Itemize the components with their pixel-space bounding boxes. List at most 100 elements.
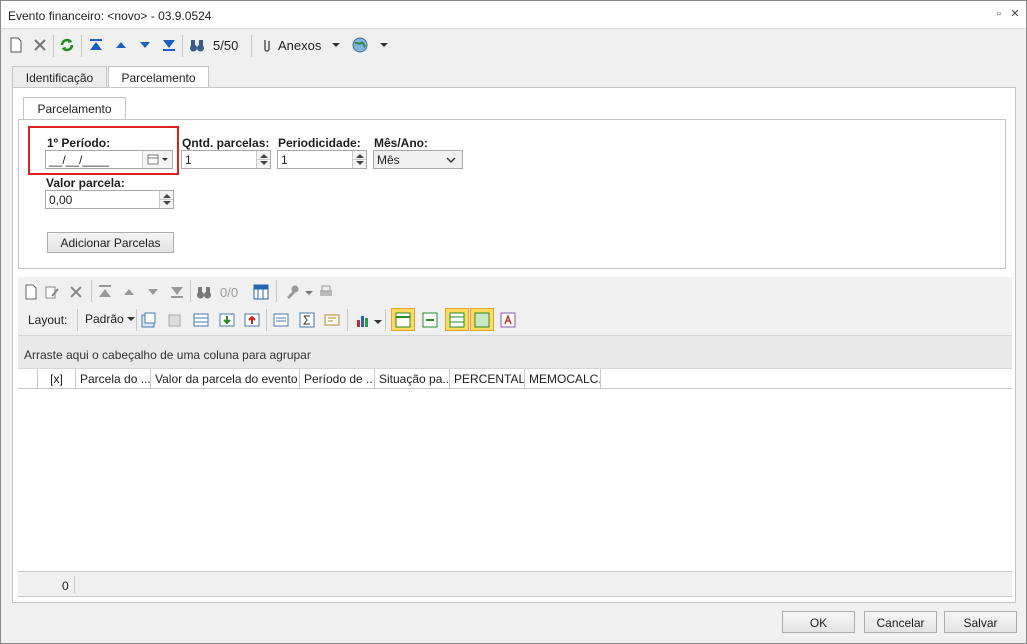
row-indicator-header	[18, 369, 38, 389]
footer-divider	[74, 576, 75, 593]
columns-icon[interactable]	[273, 312, 289, 328]
periodicity-field[interactable]: 1	[277, 150, 367, 169]
column-header-select[interactable]: [x]	[38, 369, 76, 389]
chevron-down-icon[interactable]	[305, 289, 313, 297]
sum-icon[interactable]	[299, 312, 315, 328]
inner-tab-label: Parcelamento	[37, 102, 112, 116]
tab-identificacao[interactable]: Identificação	[12, 66, 107, 88]
column-header-memocalc[interactable]: MEMOCALC...	[525, 369, 601, 389]
up-arrow-icon[interactable]	[122, 285, 138, 301]
chevron-down-icon	[332, 43, 341, 47]
toolbar-separator	[81, 35, 82, 57]
delete-icon	[34, 39, 46, 51]
column-header-parcela[interactable]: Parcela do ...	[76, 369, 151, 389]
inner-tab-parcelamento[interactable]: Parcelamento	[23, 97, 126, 120]
toolbar-separator	[190, 280, 191, 302]
save-button[interactable]: Salvar	[944, 611, 1017, 633]
footer-icon	[474, 312, 490, 328]
column-header-percentual[interactable]: PERCENTAL...	[450, 369, 525, 389]
auto-filter-icon[interactable]	[422, 312, 438, 328]
find-button[interactable]	[189, 36, 205, 54]
periodicity-value: 1	[281, 153, 288, 167]
installment-value-spinner[interactable]	[159, 191, 173, 208]
month-year-select[interactable]: Mês	[373, 150, 463, 169]
grid-header: [x] Parcela do ... Valor da parcela do e…	[18, 369, 1012, 389]
restore-icon[interactable]: ▫	[993, 8, 1005, 20]
group-hint: Arraste aqui o cabeçalho de uma coluna p…	[24, 348, 311, 362]
column-header-label: Período de ...	[304, 372, 375, 386]
delete-record-button[interactable]	[32, 36, 48, 54]
next-record-button[interactable]	[139, 36, 151, 54]
grid-body[interactable]	[18, 389, 1012, 571]
binoculars-icon	[190, 40, 204, 52]
column-header-label: Parcela do ...	[80, 372, 151, 386]
tab-parcelamento[interactable]: Parcelamento	[108, 66, 209, 89]
grid-footer-count: 0	[62, 579, 69, 593]
paperclip-icon	[264, 40, 270, 52]
ok-button[interactable]: OK	[782, 611, 855, 633]
previous-record-button[interactable]	[115, 36, 127, 54]
import-layout-icon[interactable]	[219, 312, 235, 328]
layout-value: Padrão	[85, 312, 124, 326]
web-options-button[interactable]	[351, 36, 389, 54]
title-bar: Evento financeiro: <novo> - 03.9.0524 ▫ …	[1, 1, 1026, 29]
header-toggle[interactable]	[445, 308, 469, 331]
installment-value-field[interactable]: 0,00	[45, 190, 174, 209]
toolbar-separator	[347, 309, 348, 331]
grid-footer: 0	[18, 571, 1012, 597]
last-record-button[interactable]	[162, 36, 176, 54]
month-year-value: Mês	[377, 153, 400, 167]
installments-qty-field[interactable]: 1	[181, 150, 271, 169]
bar-chart-icon[interactable]	[355, 312, 371, 328]
new-record-button[interactable]	[9, 36, 23, 54]
record-position-label: 5/50	[213, 37, 239, 53]
group-panel-toggle[interactable]	[391, 308, 415, 331]
toolbar-separator	[91, 280, 92, 302]
first-icon[interactable]	[97, 284, 113, 300]
periodicity-spinner[interactable]	[352, 151, 366, 168]
periodicity-label: Periodicidade:	[278, 136, 361, 150]
print-icon[interactable]	[318, 284, 334, 300]
attachments-label: Anexos	[278, 37, 322, 53]
highlight-box	[28, 126, 179, 175]
copy-layout-icon[interactable]	[167, 312, 183, 328]
filter-icon[interactable]	[324, 312, 340, 328]
chevron-down-icon	[126, 317, 135, 321]
close-icon[interactable]: ✕	[1009, 8, 1021, 20]
grid-view-icon[interactable]	[253, 284, 269, 300]
column-header-periodo[interactable]: Período de ...	[300, 369, 375, 389]
column-header-label: PERCENTAL...	[454, 372, 525, 386]
attachments-button[interactable]: Anexos	[260, 36, 341, 54]
refresh-button[interactable]	[59, 36, 75, 54]
add-installments-button[interactable]: Adicionar Parcelas	[47, 232, 174, 253]
tools-icon[interactable]	[284, 284, 300, 300]
group-panel-icon	[395, 312, 411, 328]
column-header-situacao[interactable]: Situação pa...	[375, 369, 450, 389]
column-header-label: Situação pa...	[379, 372, 450, 386]
footer-toggle[interactable]	[470, 308, 494, 331]
column-header-valor[interactable]: Valor da parcela do evento	[151, 369, 300, 389]
first-record-button[interactable]	[89, 36, 103, 54]
table-layout-icon[interactable]	[193, 312, 209, 328]
down-arrow-icon[interactable]	[146, 285, 162, 301]
font-icon[interactable]	[500, 312, 516, 328]
cancel-button[interactable]: Cancelar	[864, 611, 937, 633]
down-arrow-icon	[140, 42, 150, 48]
new-document-icon[interactable]	[23, 284, 39, 300]
delete-icon[interactable]	[68, 284, 84, 300]
last-icon[interactable]	[169, 284, 185, 300]
export-layout-icon[interactable]	[244, 312, 260, 328]
group-by-area[interactable]: Arraste aqui o cabeçalho de uma coluna p…	[18, 335, 1012, 369]
up-arrow-icon	[116, 42, 126, 48]
chevron-down-icon[interactable]	[374, 318, 382, 326]
save-label: Salvar	[963, 616, 998, 630]
binoculars-icon[interactable]	[196, 284, 212, 300]
save-layout-icon[interactable]	[141, 312, 157, 328]
chevron-down-icon	[380, 43, 388, 47]
layout-select[interactable]: Padrão	[85, 312, 135, 326]
grid-record-position: 0/0	[220, 285, 239, 300]
installments-qty-spinner[interactable]	[256, 151, 270, 168]
toolbar-separator	[276, 280, 277, 302]
window-title: Evento financeiro: <novo> - 03.9.0524	[8, 9, 212, 23]
edit-icon[interactable]	[44, 284, 60, 300]
